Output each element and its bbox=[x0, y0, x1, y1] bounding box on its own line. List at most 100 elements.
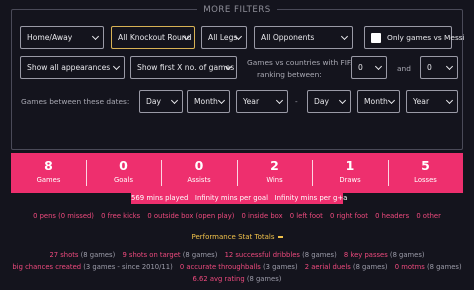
perf-games: (8 games) bbox=[352, 263, 388, 271]
from-day-value: Day bbox=[146, 97, 161, 106]
goal-type-item: 0 other bbox=[416, 212, 441, 220]
messi-only-label: Only games vs Messi bbox=[387, 33, 465, 42]
stat-label: Draws bbox=[339, 176, 361, 184]
fifa-ranking-label-line2: ranking between: bbox=[257, 70, 322, 79]
perf-games: (8 games) bbox=[246, 275, 282, 283]
stats-bar: 8 Games 0 Goals 0 Assists 2 Wins 1 Draws… bbox=[11, 153, 463, 193]
chevron-down-icon bbox=[445, 62, 454, 71]
stat-label: Goals bbox=[113, 176, 134, 184]
perf-stat: 0 motms bbox=[394, 263, 425, 271]
fifa-to-value: 0 bbox=[427, 63, 432, 72]
stat-value: 8 bbox=[44, 158, 53, 173]
opponents-value: All Opponents bbox=[261, 33, 315, 42]
goal-types-row: 0 pens (0 missed) 0 free kicks 0 outside… bbox=[0, 212, 474, 220]
appearances-value: Show all appearances bbox=[27, 63, 111, 72]
stat-label: Wins bbox=[266, 176, 283, 184]
chevron-down-icon bbox=[338, 96, 347, 105]
goal-type-item: 0 inside box bbox=[241, 212, 283, 220]
mins-played: 569 mins played bbox=[131, 194, 189, 202]
messi-only-checkbox[interactable] bbox=[371, 33, 381, 43]
goal-type-item: 0 pens (0 missed) bbox=[33, 212, 94, 220]
first-x-games-value: Show first X no. of games bbox=[137, 63, 235, 72]
chevron-down-icon bbox=[445, 96, 454, 105]
perf-games: (3 games - since 2010/11) bbox=[83, 263, 173, 271]
stat-wins: 2 Wins bbox=[237, 153, 312, 193]
fifa-to-select[interactable]: 0 bbox=[420, 56, 458, 79]
home-away-value: Home/Away bbox=[27, 33, 73, 42]
from-year-value: Year bbox=[243, 97, 260, 106]
mins-per-ga: Infinity mins per g+a bbox=[274, 194, 348, 202]
perf-games: (3 games) bbox=[262, 263, 298, 271]
and-label: and bbox=[397, 64, 411, 73]
goal-type-item: 0 free kicks bbox=[101, 212, 141, 220]
perf-stat: 0 accurate throughballs bbox=[179, 263, 261, 271]
mins-per-goal: Infinity mins per goal bbox=[194, 194, 269, 202]
from-month-value: Month bbox=[194, 97, 218, 106]
goal-type-item: 0 left foot bbox=[289, 212, 323, 220]
round-value: All Knockout Round bbox=[118, 33, 192, 42]
goal-type-item: 0 headers bbox=[375, 212, 410, 220]
perf-games: (8 games) bbox=[80, 251, 116, 259]
date-range-dash: - bbox=[295, 97, 298, 106]
stat-value: 2 bbox=[270, 158, 279, 173]
to-month-select[interactable]: Month bbox=[357, 90, 400, 113]
perf-stat: 2 aerial duels bbox=[304, 263, 351, 271]
stat-value: 5 bbox=[421, 158, 430, 173]
performance-row-1: 27 shots (8 games) 9 shots on target (8 … bbox=[0, 251, 474, 259]
from-month-select[interactable]: Month bbox=[187, 90, 230, 113]
first-x-games-select[interactable]: Show first X no. of games bbox=[130, 56, 237, 79]
opponents-select[interactable]: All Opponents bbox=[254, 26, 353, 49]
stat-value: 0 bbox=[119, 158, 128, 173]
legs-value: All Legs bbox=[208, 33, 238, 42]
perf-stat: 9 shots on target bbox=[122, 251, 181, 259]
perf-games: (8 games) bbox=[426, 263, 462, 271]
stat-value: 0 bbox=[194, 158, 204, 173]
chevron-down-icon bbox=[275, 96, 284, 105]
stat-value: 1 bbox=[345, 158, 355, 173]
appearances-select[interactable]: Show all appearances bbox=[20, 56, 125, 79]
performance-row-2: big chances created (3 games - since 201… bbox=[0, 263, 474, 271]
stat-label: Losses bbox=[414, 176, 437, 184]
to-year-select[interactable]: Year bbox=[406, 90, 458, 113]
chevron-down-icon bbox=[217, 96, 226, 105]
to-month-value: Month bbox=[364, 97, 388, 106]
perf-stat: 27 shots bbox=[49, 251, 79, 259]
dates-label: Games between these dates: bbox=[21, 97, 130, 106]
perf-stat: 6.62 avg rating bbox=[192, 275, 245, 283]
to-year-value: Year bbox=[413, 97, 430, 106]
round-select[interactable]: All Knockout Round bbox=[111, 26, 195, 49]
stat-assists: 0 Assists bbox=[161, 153, 237, 193]
goal-type-item: 0 outside box (open play) bbox=[147, 212, 235, 220]
home-away-select[interactable]: Home/Away bbox=[20, 26, 104, 49]
messi-only-toggle[interactable]: Only games vs Messi bbox=[364, 26, 465, 49]
stat-draws: 1 Draws bbox=[312, 153, 388, 193]
perf-stat: 12 successful dribbles bbox=[224, 251, 300, 259]
goal-type-item: 0 right foot bbox=[329, 212, 368, 220]
stat-label: Assists bbox=[187, 176, 211, 184]
from-year-select[interactable]: Year bbox=[236, 90, 288, 113]
stat-losses: 5 Losses bbox=[388, 153, 463, 193]
chevron-down-icon bbox=[170, 96, 179, 105]
chevron-down-icon bbox=[112, 62, 121, 71]
to-day-select[interactable]: Day bbox=[307, 90, 351, 113]
chevron-down-icon bbox=[91, 32, 100, 41]
performance-title[interactable]: Performance Stat Totals bbox=[0, 233, 474, 241]
collapse-dash-icon bbox=[277, 236, 283, 238]
chevron-down-icon bbox=[387, 96, 396, 105]
to-day-value: Day bbox=[314, 97, 329, 106]
from-day-select[interactable]: Day bbox=[139, 90, 183, 113]
chevron-down-icon bbox=[340, 32, 349, 41]
minutes-bar: 569 mins played Infinity mins per goal I… bbox=[131, 193, 347, 204]
filters-title: MORE FILTERS bbox=[197, 5, 277, 15]
perf-games: (8 games) bbox=[389, 251, 425, 259]
fifa-ranking-label-line1: Games vs countries with FIFA bbox=[247, 58, 356, 67]
fifa-from-select[interactable]: 0 bbox=[351, 56, 387, 79]
performance-title-text: Performance Stat Totals bbox=[191, 233, 275, 241]
fifa-from-value: 0 bbox=[358, 63, 363, 72]
stat-goals: 0 Goals bbox=[86, 153, 161, 193]
perf-stat: 8 key passes bbox=[343, 251, 388, 259]
chevron-down-icon bbox=[374, 62, 383, 71]
perf-games: (8 games) bbox=[182, 251, 218, 259]
legs-select[interactable]: All Legs bbox=[201, 26, 247, 49]
performance-row-3: 6.62 avg rating (8 games) bbox=[0, 275, 474, 283]
